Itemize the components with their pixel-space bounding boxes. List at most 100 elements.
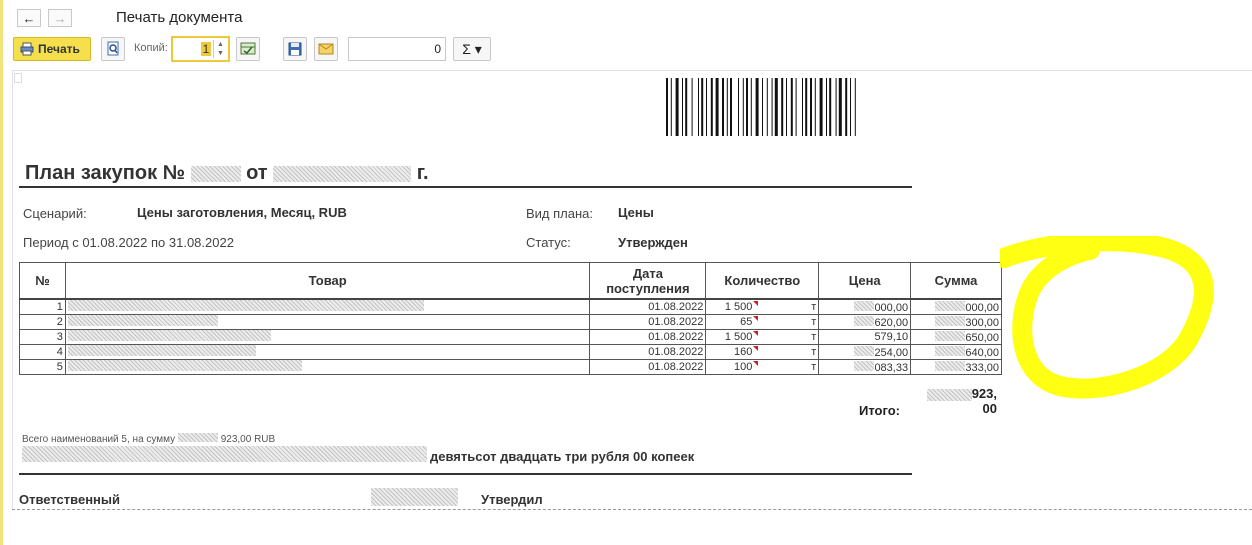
row-sum: 650,00 xyxy=(910,329,1002,345)
back-button[interactable]: ← xyxy=(17,9,41,27)
redacted-amount-words xyxy=(22,446,427,462)
page-break-line xyxy=(12,509,1252,510)
table-row: 2 01.08.2022 65 т 620,00 300,00 xyxy=(19,314,1002,330)
sigma-button[interactable]: Σ ▾ xyxy=(453,37,491,61)
row-date: 01.08.2022 xyxy=(589,329,707,345)
row-quantity: 1 500 т xyxy=(705,298,820,315)
redacted-sum xyxy=(935,345,966,356)
row-price: 620,00 xyxy=(818,314,912,330)
col-header-number: № xyxy=(19,262,66,300)
redacted-sum xyxy=(935,330,966,341)
arrow-left-icon: ← xyxy=(22,11,36,26)
total-value-line2: 00 xyxy=(982,401,997,416)
redacted-product xyxy=(67,315,218,326)
redacted-product xyxy=(67,300,424,311)
redacted-price xyxy=(854,315,875,326)
row-product xyxy=(64,314,591,330)
barcode-image xyxy=(666,78,856,136)
row-product xyxy=(64,329,591,345)
row-number: 2 xyxy=(19,314,66,330)
redacted-price xyxy=(854,360,875,371)
quantity-unit: т xyxy=(811,331,817,343)
col-header-sum: Сумма xyxy=(910,262,1002,300)
table-row: 4 01.08.2022 160 т 254,00 640,00 xyxy=(19,344,1002,360)
table-row: 1 01.08.2022 1 500 т 000,00 000,00 xyxy=(19,298,1002,315)
row-sum: 300,00 xyxy=(910,314,1002,330)
row-number: 5 xyxy=(19,359,66,375)
col-header-date: Дата поступления xyxy=(589,262,707,300)
period-text: Период с 01.08.2022 по 31.08.2022 xyxy=(23,235,234,250)
sum-value: 650,00 xyxy=(965,331,999,344)
quantity-value: 65 xyxy=(708,316,759,328)
sum-value: 000,00 xyxy=(965,301,999,314)
redacted-sum xyxy=(935,360,966,371)
table-check-icon xyxy=(240,42,256,55)
arrow-right-icon: → xyxy=(53,11,67,26)
quantity-value: 1 500 xyxy=(708,331,759,343)
sum-value: 333,00 xyxy=(965,361,999,374)
redacted-product xyxy=(67,360,302,371)
magnifier-page-icon xyxy=(107,41,119,56)
row-price: 579,10 xyxy=(818,329,912,345)
row-quantity: 100 т xyxy=(705,359,820,375)
title-prefix: План закупок № xyxy=(25,162,185,184)
save-button[interactable] xyxy=(283,37,307,61)
summary-line: Всего наименований 5, на сумму 923,00 RU… xyxy=(22,433,275,445)
redacted-total xyxy=(926,388,972,401)
print-button[interactable]: Печать xyxy=(13,37,91,61)
col-header-quantity: Количество xyxy=(705,262,820,300)
quantity-value: 160 xyxy=(708,346,759,358)
quantity-unit: т xyxy=(811,346,817,358)
document-title: План закупок № от г. xyxy=(25,162,429,185)
table-header-row: № Товар Дата поступления Количество Цена… xyxy=(19,262,1002,300)
row-product xyxy=(64,359,591,375)
redacted-date xyxy=(273,165,412,182)
copies-value: 1 xyxy=(201,42,211,56)
amount-in-words: девятьсот двадцать три рубля 00 копеек xyxy=(430,449,695,464)
row-product xyxy=(64,298,591,315)
row-number: 3 xyxy=(19,329,66,345)
summary-prefix: Всего наименований 5, на сумму xyxy=(22,434,176,445)
quantity-value: 1 500 xyxy=(708,301,759,313)
price-value: 620,00 xyxy=(874,316,909,329)
row-date: 01.08.2022 xyxy=(589,344,707,360)
table-row: 5 01.08.2022 100 т 083,33 333,00 xyxy=(19,359,1002,375)
redacted-number xyxy=(190,165,241,182)
forward-button[interactable]: → xyxy=(48,9,72,27)
highlight-circle-annotation xyxy=(1000,236,1214,399)
printer-icon xyxy=(20,42,34,56)
quantity-unit: т xyxy=(811,301,817,313)
redacted-sum xyxy=(935,315,966,326)
title-suffix: г. xyxy=(416,162,429,184)
copies-stepper[interactable]: 1 ▲ ▼ xyxy=(171,36,230,62)
redacted-responsible-name xyxy=(371,488,458,506)
settings-button[interactable] xyxy=(236,37,260,61)
plan-type-value: Цены xyxy=(618,205,654,220)
redacted-sum xyxy=(935,300,966,311)
row-quantity: 1 500 т xyxy=(705,329,820,345)
preview-button[interactable] xyxy=(101,37,125,61)
status-value: Утвержден xyxy=(618,235,688,250)
spin-arrows-icon[interactable]: ▲ ▼ xyxy=(213,40,227,58)
row-price: 254,00 xyxy=(818,344,912,360)
floppy-disk-icon xyxy=(288,42,302,56)
table-row: 3 01.08.2022 1 500 т 579,10 650,00 xyxy=(19,329,1002,345)
total-value-line1: 923, xyxy=(971,386,997,401)
row-sum: 000,00 xyxy=(910,298,1002,315)
row-date: 01.08.2022 xyxy=(589,359,707,375)
items-table: № Товар Дата поступления Количество Цена… xyxy=(19,262,1002,375)
total-value: 923, 00 xyxy=(920,386,997,416)
sum-value: 300,00 xyxy=(965,316,999,329)
window-title: Печать документа xyxy=(116,9,243,26)
row-product xyxy=(64,344,591,360)
row-price: 083,33 xyxy=(818,359,912,375)
sum-field[interactable]: 0 xyxy=(348,37,446,61)
plan-type-label: Вид плана: xyxy=(526,206,594,221)
row-quantity: 160 т xyxy=(705,344,820,360)
total-label: Итого: xyxy=(859,403,900,418)
price-value: 000,00 xyxy=(874,301,909,314)
row-sum: 333,00 xyxy=(910,359,1002,375)
row-number: 1 xyxy=(19,298,66,315)
copies-label: Копий: xyxy=(134,42,168,54)
email-button[interactable] xyxy=(314,37,338,61)
